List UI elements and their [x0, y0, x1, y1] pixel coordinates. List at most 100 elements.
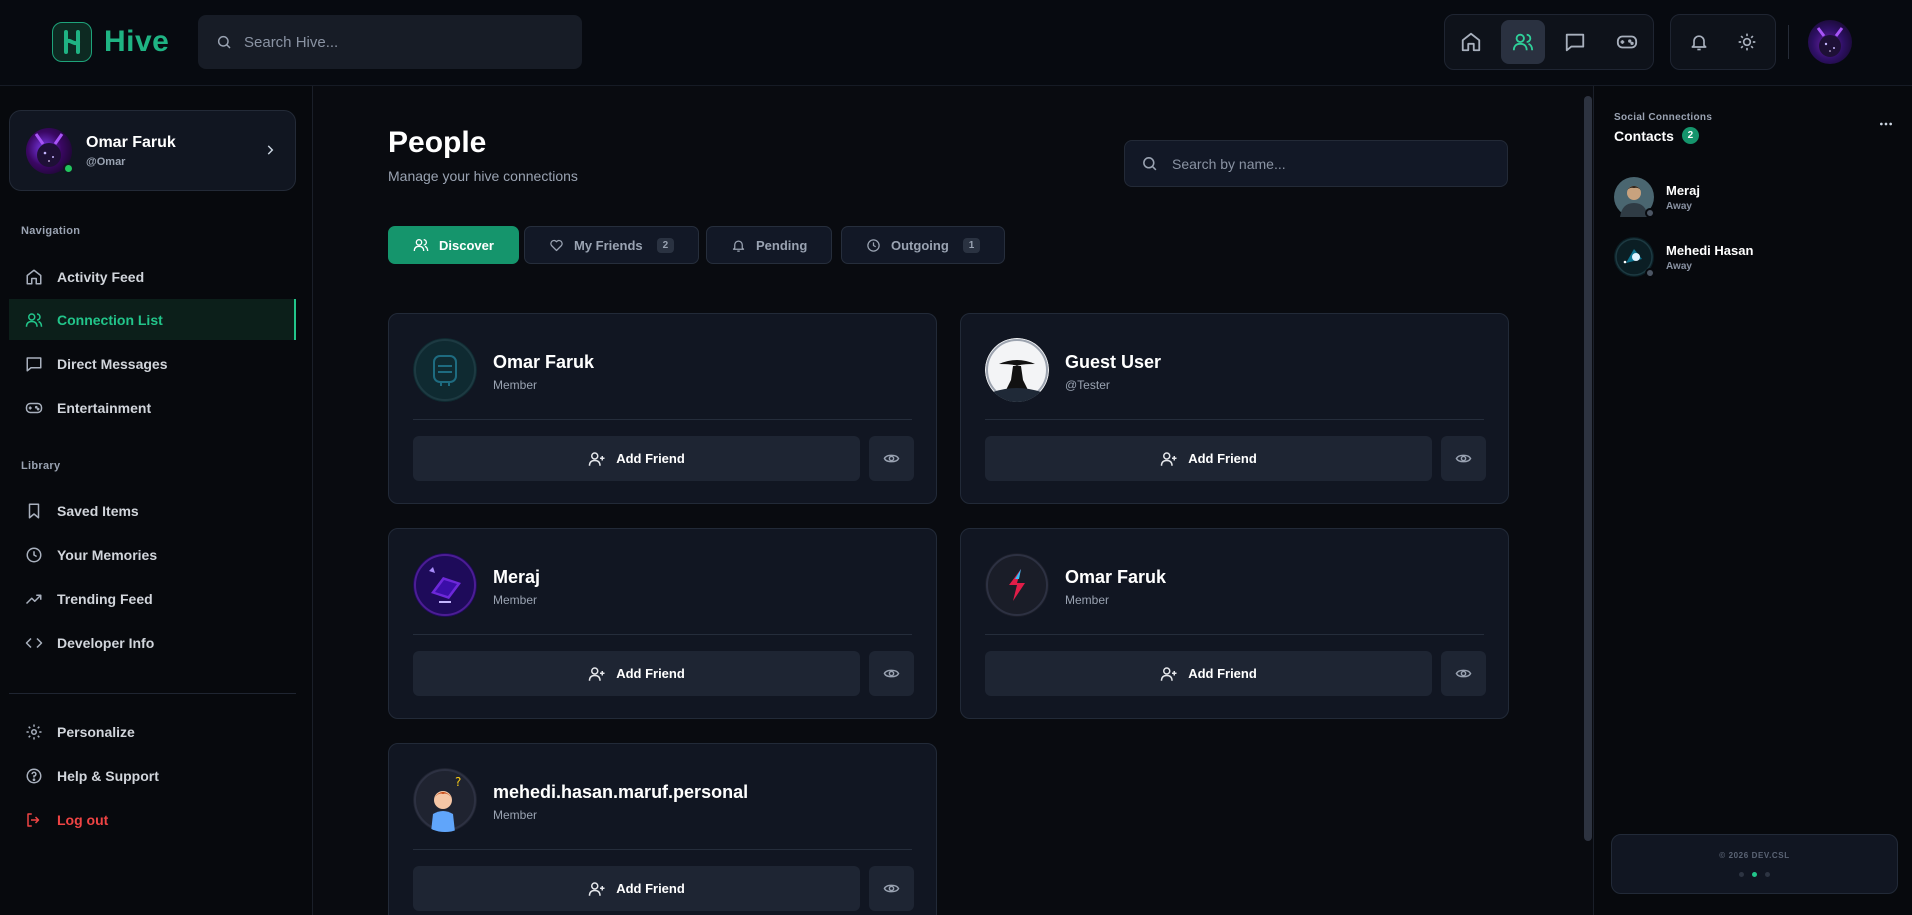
add-friend-label: Add Friend: [616, 451, 685, 466]
contact-avatar: [1614, 237, 1655, 278]
sidebar-item-entertainment[interactable]: Entertainment: [9, 387, 296, 428]
eye-icon: [1455, 450, 1472, 467]
pager-dot-active[interactable]: [1752, 872, 1757, 877]
home-icon: [1460, 31, 1482, 53]
nav-connections-button[interactable]: [1501, 20, 1545, 64]
contacts-title-text: Contacts: [1614, 127, 1674, 144]
sidebar-item-saved-items[interactable]: Saved Items: [9, 490, 296, 531]
sidebar-item-label: Direct Messages: [57, 355, 168, 372]
code-icon: [25, 634, 43, 652]
people-search-input[interactable]: [1172, 155, 1492, 172]
sidebar-item-developer-info[interactable]: Developer Info: [9, 622, 296, 663]
top-utilities: [1670, 14, 1776, 70]
tab-pending[interactable]: Pending: [706, 226, 833, 264]
sidebar-item-trending-feed[interactable]: Trending Feed: [9, 578, 296, 619]
add-friend-label: Add Friend: [1188, 666, 1257, 681]
sidebar-item-label: Entertainment: [57, 399, 152, 416]
contact-name: Mehedi Hasan: [1666, 242, 1754, 258]
person-avatar[interactable]: [985, 338, 1049, 402]
users-icon: [1512, 31, 1534, 53]
sidebar-item-activity-feed[interactable]: Activity Feed: [9, 256, 296, 297]
gear-icon: [25, 723, 43, 741]
app-logo[interactable]: Hive: [52, 22, 169, 62]
view-profile-button[interactable]: [1441, 651, 1486, 696]
view-profile-button[interactable]: [869, 651, 914, 696]
sidebar-item-your-memories[interactable]: Your Memories: [9, 534, 296, 575]
main-scrollbar[interactable]: [1584, 96, 1592, 841]
person-avatar[interactable]: [985, 553, 1049, 617]
sidebar-item-label: Help & Support: [57, 767, 159, 784]
add-friend-button[interactable]: Add Friend: [985, 651, 1432, 696]
tab-my-friends[interactable]: My Friends 2: [524, 226, 700, 264]
bell-icon: [731, 238, 746, 253]
online-status-indicator: [63, 162, 74, 174]
view-profile-button[interactable]: [1441, 436, 1486, 481]
person-name: mehedi.hasan.maruf.personal: [493, 782, 749, 802]
sidebar-item-log-out[interactable]: Log out: [9, 799, 296, 840]
people-search[interactable]: [1124, 140, 1508, 187]
top-divider: [1788, 25, 1789, 59]
notifications-button[interactable]: [1677, 20, 1721, 64]
bell-icon: [1689, 32, 1709, 52]
person-role: Member: [493, 593, 538, 607]
theme-toggle-button[interactable]: [1725, 20, 1769, 64]
users-icon: [413, 237, 429, 253]
pager-dot[interactable]: [1739, 872, 1744, 877]
sidebar-item-personalize[interactable]: Personalize: [9, 711, 296, 752]
contacts-footer: © 2026 DEV.CSL: [1611, 834, 1898, 894]
global-search[interactable]: [198, 15, 582, 69]
add-friend-button[interactable]: Add Friend: [413, 866, 860, 911]
pager-dot[interactable]: [1765, 872, 1770, 877]
view-profile-button[interactable]: [869, 866, 914, 911]
message-icon: [1564, 31, 1586, 53]
contact-item[interactable]: Mehedi Hasan Away: [1614, 235, 1894, 279]
nav-messages-button[interactable]: [1553, 20, 1597, 64]
eye-icon: [883, 450, 900, 467]
person-card: Meraj Member Add Friend: [388, 528, 937, 719]
person-card: Omar Faruk Member Add Friend: [960, 528, 1509, 719]
global-search-input[interactable]: [244, 33, 544, 51]
person-avatar[interactable]: [413, 553, 477, 617]
eye-icon: [1455, 665, 1472, 682]
tab-discover[interactable]: Discover: [388, 226, 519, 264]
add-friend-button[interactable]: Add Friend: [413, 651, 860, 696]
copyright-text: © 2026 DEV.CSL: [1719, 851, 1790, 860]
profile-card[interactable]: Omar Faruk @Omar: [9, 110, 296, 191]
person-card: Guest User @Tester Add Friend: [960, 313, 1509, 504]
user-plus-icon: [588, 665, 606, 683]
tab-outgoing[interactable]: Outgoing 1: [841, 226, 1006, 264]
card-divider: [413, 849, 912, 850]
person-avatar[interactable]: [413, 338, 477, 402]
search-icon: [216, 34, 232, 50]
sidebar-item-label: Trending Feed: [57, 590, 153, 607]
sidebar-item-connection-list[interactable]: Connection List: [9, 299, 296, 340]
sidebar-item-label: Saved Items: [57, 502, 139, 519]
message-icon: [25, 355, 43, 373]
user-avatar[interactable]: [1808, 20, 1852, 64]
contact-name: Meraj: [1666, 182, 1700, 198]
more-options-button[interactable]: [1878, 116, 1894, 132]
person-name: Omar Faruk: [1065, 567, 1167, 587]
nav-home-button[interactable]: [1449, 20, 1493, 64]
nav-entertainment-button[interactable]: [1605, 20, 1649, 64]
profile-name: Omar Faruk: [86, 133, 176, 151]
gamepad-icon: [1616, 31, 1638, 53]
sidebar-item-label: Personalize: [57, 723, 135, 740]
contact-item[interactable]: Meraj Away: [1614, 175, 1894, 219]
tab-count-badge: 1: [962, 237, 981, 253]
sidebar-item-help-support[interactable]: Help & Support: [9, 755, 296, 796]
view-profile-button[interactable]: [869, 436, 914, 481]
sidebar-item-direct-messages[interactable]: Direct Messages: [9, 343, 296, 384]
person-avatar[interactable]: ?: [413, 768, 477, 832]
user-plus-icon: [1160, 450, 1178, 468]
contacts-title: Contacts 2: [1614, 127, 1699, 144]
person-card: Omar Faruk Member Add Friend: [388, 313, 937, 504]
top-nav: [1444, 14, 1654, 70]
main-content: People Manage your hive connections Disc…: [314, 86, 1576, 915]
trending-icon: [25, 590, 43, 608]
sidebar-item-label: Developer Info: [57, 634, 155, 651]
person-role: Member: [493, 378, 538, 392]
add-friend-button[interactable]: Add Friend: [985, 436, 1432, 481]
person-name: Meraj: [493, 567, 541, 587]
add-friend-button[interactable]: Add Friend: [413, 436, 860, 481]
